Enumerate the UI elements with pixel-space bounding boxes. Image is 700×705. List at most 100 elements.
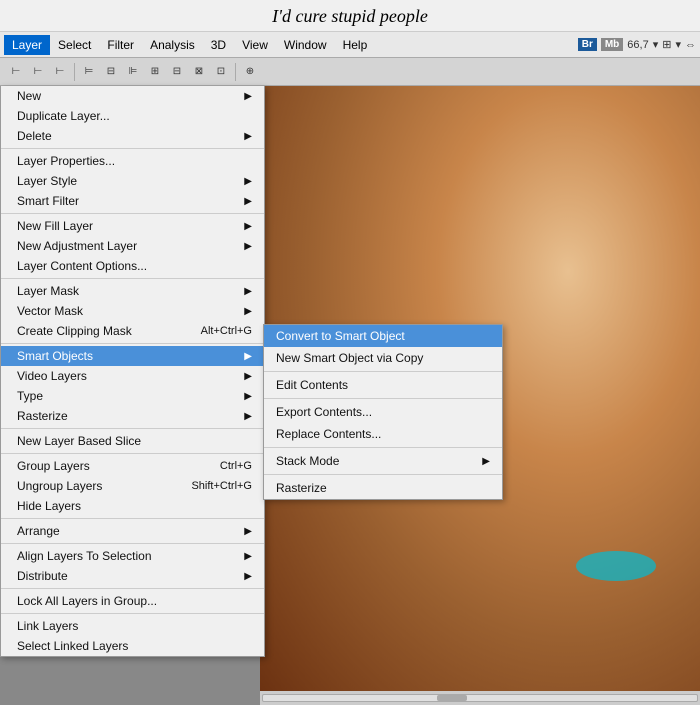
layer-menu-item-layer_properties___[interactable]: Layer Properties... (1, 151, 264, 171)
menu-item-right: ▶ (244, 221, 252, 232)
submenu-item-stack_mode[interactable]: Stack Mode▶ (264, 450, 502, 472)
layer-menu-item-align_layers_to_selection[interactable]: Align Layers To Selection▶ (1, 546, 264, 566)
menu-item-label: Ungroup Layers (17, 479, 102, 493)
menu-item-right: ▶ (244, 371, 252, 382)
layer-menu-item-video_layers[interactable]: Video Layers ▶ (1, 366, 264, 386)
menu-item-label: Distribute (17, 569, 68, 583)
menu-item-label: Lock All Layers in Group... (17, 594, 157, 608)
scroll-thumb[interactable] (437, 695, 467, 701)
menu-item-label: Create Clipping Mask (17, 324, 132, 338)
menu-separator-20 (1, 428, 264, 429)
menu-item-right: ▶ (244, 351, 252, 362)
submenu-label: Rasterize (276, 481, 327, 495)
toolbar-sep-1 (74, 63, 75, 81)
submenu-sep-4 (264, 398, 502, 399)
menu-item-label: New Adjustment Layer (17, 239, 137, 253)
menu-separator-31 (1, 588, 264, 589)
submenu-item-convert_to_smart_object[interactable]: Convert to Smart Object (264, 325, 502, 347)
menu-separator-7 (1, 213, 264, 214)
page-title: I'd cure stupid people (0, 0, 700, 32)
tool-align-center[interactable]: ⊟ (101, 62, 121, 82)
tool-extra[interactable]: ⊕ (240, 62, 260, 82)
menu-item-right: ▶ (244, 391, 252, 402)
menu-item-label: Group Layers (17, 459, 90, 473)
menu-select[interactable]: Select (50, 35, 99, 55)
tool-distribute-3[interactable]: ⊠ (189, 62, 209, 82)
tool-distribute-4[interactable]: ⊡ (211, 62, 231, 82)
layer-menu-item-duplicate_layer___[interactable]: Duplicate Layer... (1, 106, 264, 126)
toolbar: ⊢ ⊢ ⊢ ⊨ ⊟ ⊫ ⊞ ⊟ ⊠ ⊡ ⊕ (0, 58, 700, 86)
layer-menu-item-new_fill_layer[interactable]: New Fill Layer ▶ (1, 216, 264, 236)
menu-separator-22 (1, 453, 264, 454)
layer-menu-item-delete[interactable]: Delete▶ (1, 126, 264, 146)
tool-icon-1: ⊢ (6, 62, 26, 82)
menu-item-label: Video Layers (17, 369, 87, 383)
submenu-item-edit_contents[interactable]: Edit Contents (264, 374, 502, 396)
smart-objects-submenu: Convert to Smart ObjectNew Smart Object … (263, 324, 503, 500)
menu-item-right: ▶ (244, 286, 252, 297)
menu-item-right: ▶ (244, 131, 252, 142)
tool-distribute-2[interactable]: ⊟ (167, 62, 187, 82)
menu-item-label: New (17, 89, 41, 103)
layer-menu-item-layer_mask[interactable]: Layer Mask ▶ (1, 281, 264, 301)
layer-menu-item-smart_filter[interactable]: Smart Filter ▶ (1, 191, 264, 211)
menu-help[interactable]: Help (335, 35, 376, 55)
layer-menu-item-ungroup_layers[interactable]: Ungroup LayersShift+Ctrl+G (1, 476, 264, 496)
layer-menu-item-vector_mask[interactable]: Vector Mask▶ (1, 301, 264, 321)
view-options-icon[interactable]: ⊞ (662, 38, 671, 51)
panel-icon[interactable]: ▾ (675, 38, 681, 51)
menu-item-label: Layer Mask (17, 284, 79, 298)
menu-item-label: Layer Content Options... (17, 259, 147, 273)
menu-item-label: New Fill Layer (17, 219, 93, 233)
menu-analysis[interactable]: Analysis (142, 35, 203, 55)
menu-item-label: New Layer Based Slice (17, 434, 141, 448)
layer-menu-item-smart_objects[interactable]: Smart Objects▶ (1, 346, 264, 366)
menu-item-label: Arrange (17, 524, 60, 538)
layer-menu-item-layer_style[interactable]: Layer Style▶ (1, 171, 264, 191)
layer-menu-item-lock_all_layers_in_group___[interactable]: Lock All Layers in Group... (1, 591, 264, 611)
layer-menu-item-group_layers[interactable]: Group LayersCtrl+G (1, 456, 264, 476)
menu-separator-33 (1, 613, 264, 614)
ps-badge: Br (578, 38, 597, 51)
layer-menu-item-new[interactable]: New▶ (1, 86, 264, 106)
layer-menu-item-rasterize[interactable]: Rasterize▶ (1, 406, 264, 426)
zoom-symbol: ▾ (653, 38, 659, 51)
layer-menu-item-distribute[interactable]: Distribute▶ (1, 566, 264, 586)
submenu-item-export_contents___[interactable]: Export Contents... (264, 401, 502, 423)
layer-menu-item-arrange[interactable]: Arrange▶ (1, 521, 264, 541)
scroll-track[interactable] (262, 694, 698, 702)
layer-menu-item-select_linked_layers[interactable]: Select Linked Layers (1, 636, 264, 656)
tool-distribute-1[interactable]: ⊞ (145, 62, 165, 82)
layer-menu-item-link_layers[interactable]: Link Layers (1, 616, 264, 636)
layer-menu-item-hide_layers[interactable]: Hide Layers (1, 496, 264, 516)
submenu-item-rasterize[interactable]: Rasterize (264, 477, 502, 499)
expand-icon[interactable]: ⇔ (685, 39, 696, 51)
menu-item-label: Rasterize (17, 409, 68, 423)
submenu-item-replace_contents___[interactable]: Replace Contents... (264, 423, 502, 445)
layer-menu-item-new_adjustment_layer[interactable]: New Adjustment Layer▶ (1, 236, 264, 256)
submenu-sep-7 (264, 447, 502, 448)
layer-menu-item-layer_content_options___[interactable]: Layer Content Options... (1, 256, 264, 276)
menu-view[interactable]: View (234, 35, 276, 55)
tool-icon-3: ⊢ (50, 62, 70, 82)
tool-align-left[interactable]: ⊨ (79, 62, 99, 82)
menu-filter[interactable]: Filter (99, 35, 142, 55)
submenu-label: Edit Contents (276, 378, 348, 392)
menu-window[interactable]: Window (276, 35, 335, 55)
menu-item-right: ▶ (244, 196, 252, 207)
layer-menu-item-new_layer_based_slice[interactable]: New Layer Based Slice (1, 431, 264, 451)
layer-menu-item-type[interactable]: Type▶ (1, 386, 264, 406)
menu-item-right: ▶ (244, 551, 252, 562)
tool-icon-2: ⊢ (28, 62, 48, 82)
menu-item-label: Duplicate Layer... (17, 109, 110, 123)
menu-item-right: ▶ (244, 176, 252, 187)
menu-3d[interactable]: 3D (203, 35, 234, 55)
submenu-item-new_smart_object_via_copy[interactable]: New Smart Object via Copy (264, 347, 502, 369)
toolbar-sep-2 (235, 63, 236, 81)
menu-layer[interactable]: Layer (4, 35, 50, 55)
menu-item-label: Smart Filter (17, 194, 79, 208)
bottom-scrollbar[interactable] (260, 691, 700, 705)
menu-bar: Layer Select Filter Analysis 3D View Win… (0, 32, 700, 58)
layer-menu-item-create_clipping_mask[interactable]: Create Clipping MaskAlt+Ctrl+G (1, 321, 264, 341)
tool-align-right[interactable]: ⊫ (123, 62, 143, 82)
